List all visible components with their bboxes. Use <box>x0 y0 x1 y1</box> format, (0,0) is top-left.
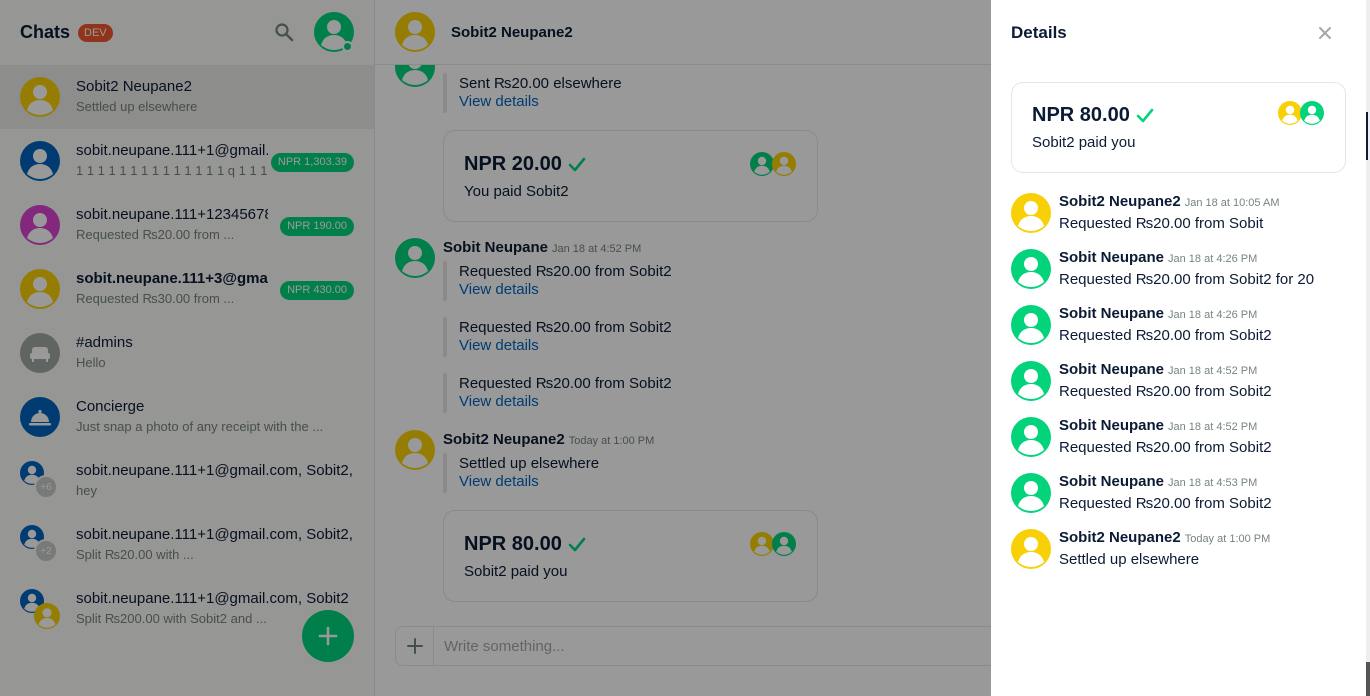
actor-name[interactable]: Sobit2 Neupane2 <box>1059 193 1181 210</box>
details-action-item: Sobit Neupane Jan 18 at 4:26 PM Requested … <box>1011 305 1351 361</box>
actor-name[interactable]: Sobit2 Neupane2 <box>1059 529 1181 546</box>
action-text: Requested ₨20.00 from Sobit2 <box>1059 495 1272 512</box>
card-subtitle: Sobit2 paid you <box>1032 134 1136 151</box>
details-summary-card: NPR 80.00 Sobit2 paid you <box>1011 82 1346 173</box>
action-timestamp: Jan 18 at 4:52 PM <box>1168 421 1258 433</box>
details-header: Details <box>991 0 1366 65</box>
avatar <box>1011 249 1051 289</box>
actor-name[interactable]: Sobit Neupane <box>1059 249 1164 266</box>
action-text: Requested ₨20.00 from Sobit <box>1059 215 1264 232</box>
scrollbar-corner <box>1366 662 1370 696</box>
avatar <box>1011 305 1051 345</box>
details-action-item: Sobit2 Neupane2 Today at 1:00 PM Settled u… <box>1011 529 1351 585</box>
action-texts: Sobit Neupane Jan 18 at 4:53 PM Requested … <box>1059 473 1272 513</box>
action-texts: Sobit2 Neupane2 Today at 1:00 PM Settled u… <box>1059 529 1270 569</box>
actor-name[interactable]: Sobit Neupane <box>1059 361 1164 378</box>
action-text: Requested ₨20.00 from Sobit2 for 20 <box>1059 271 1315 288</box>
action-timestamp: Jan 18 at 4:53 PM <box>1168 477 1258 489</box>
checkmark-icon <box>1136 108 1154 122</box>
scrollbar-track[interactable] <box>1366 0 1370 696</box>
scrollbar-thumb[interactable] <box>1366 112 1368 160</box>
action-timestamp: Today at 1:00 PM <box>1184 533 1271 545</box>
action-timestamp: Jan 18 at 4:26 PM <box>1168 309 1258 321</box>
payer-avatar <box>1278 101 1302 125</box>
avatar <box>1011 473 1051 513</box>
action-timestamp: Jan 18 at 10:05 AM <box>1184 197 1280 209</box>
actor-name[interactable]: Sobit Neupane <box>1059 417 1164 434</box>
details-action-item: Sobit Neupane Jan 18 at 4:52 PM Requested … <box>1011 417 1351 473</box>
avatar <box>1011 361 1051 401</box>
details-action-item: Sobit Neupane Jan 18 at 4:52 PM Requested … <box>1011 361 1351 417</box>
action-text: Requested ₨20.00 from Sobit2 <box>1059 439 1272 456</box>
app-root: Chats DEV Sobit2 Neupane2 Settled up else… <box>0 0 1370 696</box>
details-panel: Details NPR 80.00 Sobit2 paid you Sobit2… <box>991 0 1366 696</box>
action-text: Settled up elsewhere <box>1059 551 1200 568</box>
details-action-item: Sobit2 Neupane2 Jan 18 at 10:05 AM Request… <box>1011 193 1351 249</box>
avatar <box>1011 193 1051 233</box>
action-text: Requested ₨20.00 from Sobit2 <box>1059 327 1272 344</box>
actor-name[interactable]: Sobit Neupane <box>1059 473 1164 490</box>
details-action-item: Sobit Neupane Jan 18 at 4:26 PM Requested … <box>1011 249 1351 305</box>
action-timestamp: Jan 18 at 4:52 PM <box>1168 365 1258 377</box>
close-icon[interactable] <box>1316 24 1334 42</box>
payee-avatar <box>1300 101 1324 125</box>
card-amount: NPR 80.00 <box>1032 104 1130 126</box>
action-texts: Sobit2 Neupane2 Jan 18 at 10:05 AM Request… <box>1059 193 1280 233</box>
action-texts: Sobit Neupane Jan 18 at 4:26 PM Requested … <box>1059 249 1314 289</box>
details-title: Details <box>1011 22 1067 42</box>
action-texts: Sobit Neupane Jan 18 at 4:26 PM Requested … <box>1059 305 1272 345</box>
details-action-item: Sobit Neupane Jan 18 at 4:53 PM Requested … <box>1011 473 1351 529</box>
action-timestamp: Jan 18 at 4:26 PM <box>1168 253 1258 265</box>
action-texts: Sobit Neupane Jan 18 at 4:52 PM Requested … <box>1059 417 1272 457</box>
avatar <box>1011 417 1051 457</box>
actor-name[interactable]: Sobit Neupane <box>1059 305 1164 322</box>
modal-backdrop[interactable] <box>0 0 991 696</box>
action-texts: Sobit Neupane Jan 18 at 4:52 PM Requested … <box>1059 361 1272 401</box>
action-text: Requested ₨20.00 from Sobit2 <box>1059 383 1272 400</box>
avatar <box>1011 529 1051 569</box>
